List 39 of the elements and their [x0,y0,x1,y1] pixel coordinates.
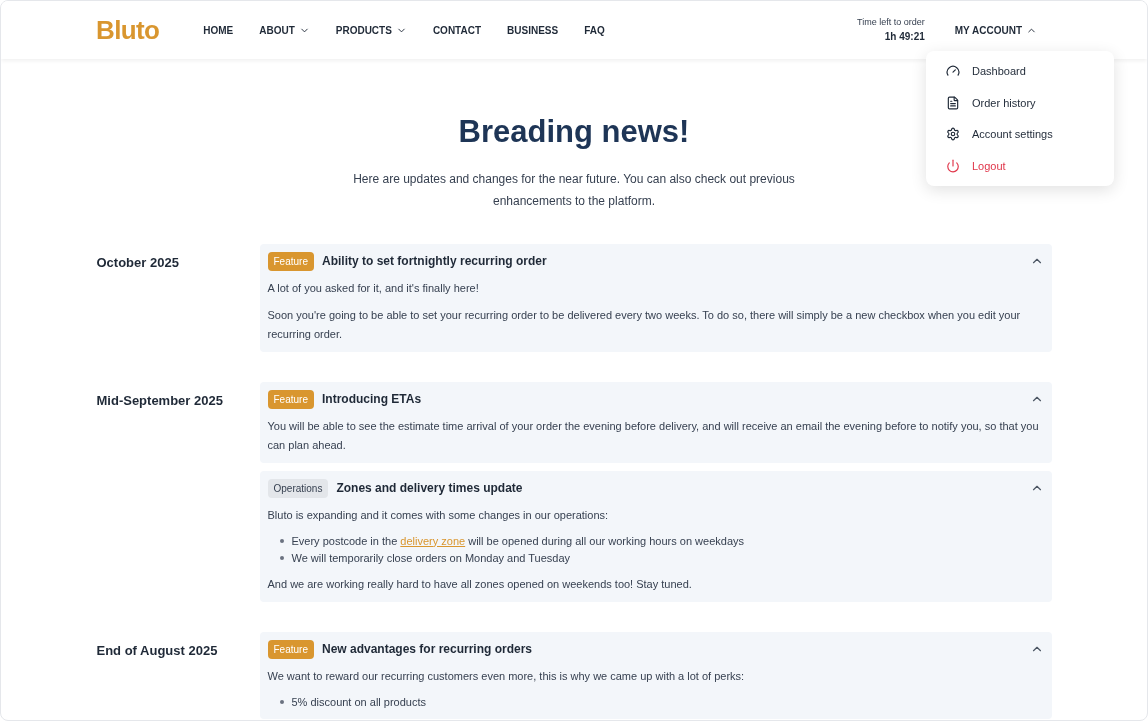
entry-paragraph: Soon you're going to be able to set your recurring order to be delivered every two weeks. To do so, there will simply be a new checkbox when you edit your recurring order. [267,307,1022,342]
account-menu-item[interactable]: Account settings [946,126,1094,143]
timer-label: Time left to order [857,15,925,29]
dashboard-icon [946,64,960,79]
nav-link[interactable]: HOME [203,22,234,38]
nav-link[interactable]: ABOUT [259,22,310,38]
bullet-item: 5% discount on all products [291,694,427,710]
history-icon [946,95,960,110]
entry-paragraph: We want to reward our recurring customers even more, this is why we came up with a lot of perks: [267,668,746,684]
settings-icon [946,127,960,142]
section-date: End of August 2025 [96,641,219,660]
nav-link[interactable]: PRODUCTS [335,22,407,38]
tag-label: Feature [267,251,314,271]
page-title: Breading news! [458,113,690,151]
entry-paragraph: Bluto is expanding and it comes with some changes in our operations: [267,507,610,523]
tag-label: Operations [267,478,329,498]
entry-title: New advantages for recurring orders [321,641,534,658]
tag-label: Feature [267,639,314,659]
entry-paragraph: And we are working really hard to have all zones opened on weekends too! Stay tuned. [267,576,693,592]
section-date: October 2025 [96,253,180,272]
my-account-button[interactable]: MY ACCOUNT [954,22,1037,38]
page-subtitle: Here are updates and changes for the near future. You can also check out previous enhancements to the platform. [352,170,796,210]
account-menu-item[interactable]: Logout [946,157,1094,174]
tag-label: Feature [267,389,314,409]
nav-link[interactable]: FAQ [584,22,605,38]
account-menu-item[interactable]: Order history [946,94,1094,111]
timer-value: 1h 49:21 [884,30,925,45]
bullet-item: Every postcode in the delivery zone will be opened during all our working hours on weekdays [291,533,744,549]
entry-paragraph: A lot of you asked for it, and it's finally here! [267,280,480,296]
section-date: Mid-September 2025 [96,391,224,410]
nav-link[interactable]: BUSINESS [507,22,559,38]
entry-title: Ability to set fortnightly recurring order [321,253,548,270]
account-menu-item[interactable]: Dashboard [946,63,1094,80]
entry-title: Zones and delivery times update [336,480,524,497]
nav-link[interactable]: CONTACT [432,22,481,38]
entry-title: Introducing ETAs [321,391,423,408]
entry-paragraph: You will be able to see the estimate time arrival of your order the evening before delivery, and will receive an email the evening before to notify you, so that you can plan ahead. [267,418,1040,453]
logout-icon [946,158,960,173]
bullet-item: We will temporarily close orders on Monday and Tuesday [291,550,571,566]
